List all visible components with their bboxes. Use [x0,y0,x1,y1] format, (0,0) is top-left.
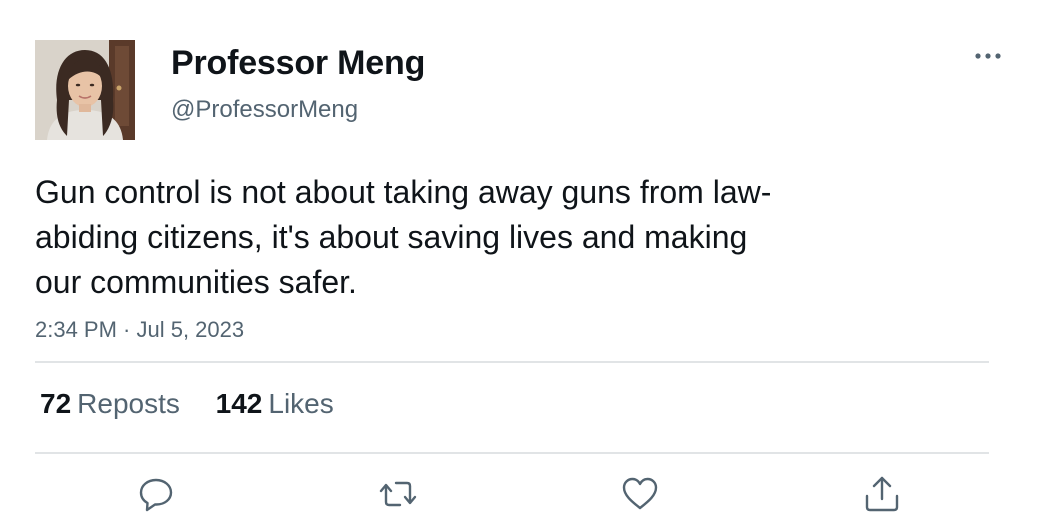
like-button[interactable] [620,474,660,514]
likes-stat[interactable]: 142 Likes [216,387,334,421]
more-options-button[interactable] [968,44,1008,68]
reply-icon [139,478,173,512]
reposts-label: Reposts [77,388,180,419]
repost-button[interactable] [378,474,418,514]
display-name[interactable]: Professor Meng [171,42,425,84]
likes-count: 142 [215,388,263,419]
like-icon [622,477,658,510]
divider [35,361,989,363]
tweet-text-line: our communities safer. [35,264,357,300]
share-button[interactable] [862,474,902,514]
tweet-text-line: abiding citizens, it's about saving live… [35,219,748,255]
share-icon [865,476,899,512]
user-handle[interactable]: @ProfessorMeng [171,95,358,125]
avatar[interactable] [35,40,135,140]
reply-button[interactable] [136,474,176,514]
tweet-stats: 72 Reposts 142 Likes [40,387,362,421]
likes-label: Likes [268,388,334,419]
tweet-text: Gun control is not about taking away gun… [35,170,875,305]
tweet-text-line: Gun control is not about taking away gun… [35,174,772,210]
more-icon [975,53,1001,59]
reposts-count: 72 [40,388,72,419]
avatar-image [35,40,135,140]
tweet-timestamp[interactable]: 2:34 PM · Jul 5, 2023 [35,315,244,345]
repost-icon [379,481,417,507]
divider [35,452,989,454]
reposts-stat[interactable]: 72 Reposts [40,387,180,421]
tweet-card: Professor Meng @ProfessorMeng Gun contro… [0,0,1050,525]
